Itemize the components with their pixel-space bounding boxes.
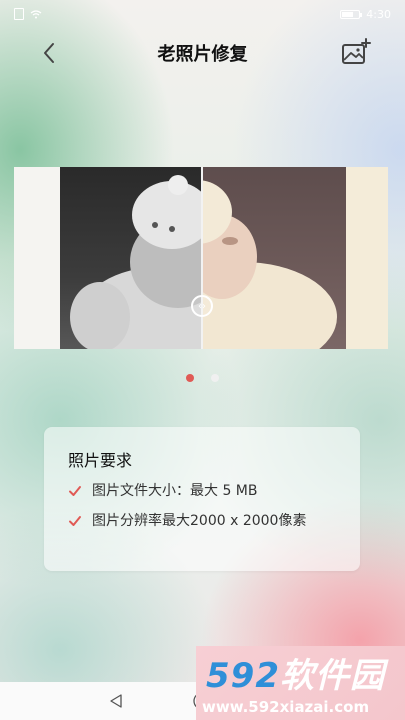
requirement-text: 图片文件大小：最大 5 MB [92,483,258,499]
battery-icon [340,9,363,19]
requirements-title: 照片要求 [68,451,133,470]
nav-back-icon[interactable] [108,693,124,709]
compare-handle-icon[interactable]: ‹› [191,295,213,317]
watermark-logo: 592软件园 www.592xiazai.com [196,646,405,720]
photo-border [346,167,388,349]
photo-compare-slider[interactable]: ‹› [14,167,388,349]
add-image-button[interactable] [339,36,373,70]
requirement-text: 图片分辨率最大2000 x 2000像素 [92,513,307,529]
pagination-dot[interactable] [211,374,219,382]
check-icon [69,486,81,496]
requirement-item: 图片文件大小：最大 5 MB [68,481,258,502]
sim-icon [14,8,24,20]
status-bar: 4:30 [0,0,405,28]
nav-bar: 老照片修复 [0,28,405,76]
original-photo-bw [60,167,202,349]
requirement-item: 图片分辨率最大2000 x 2000像素 [68,511,338,532]
restored-photo-color [202,167,346,349]
requirements-card: 照片要求 图片文件大小：最大 5 MB 图片分辨率最大2000 x 2000像素 [44,427,360,571]
pagination-dot-active[interactable] [186,374,194,382]
photo-border [14,167,60,349]
wifi-icon [30,9,42,18]
carousel-pagination [0,374,405,382]
check-icon [69,516,81,526]
background-gradient [0,0,405,720]
watermark-url: www.592xiazai.com [202,698,370,716]
compare-divider[interactable] [201,167,203,349]
status-time: 4:30 [366,7,391,21]
